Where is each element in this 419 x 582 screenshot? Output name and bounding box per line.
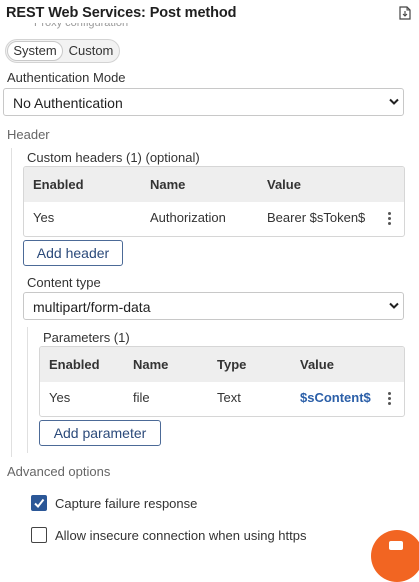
chevron-down-icon [389,302,399,309]
parameter-row-enabled: Yes [49,390,71,405]
capture-failure-checkbox[interactable] [31,495,47,511]
row-menu-icon[interactable] [388,212,392,226]
header-section-line [11,148,12,457]
custom-headers-label: Custom headers (1) (optional) [27,150,200,165]
header-row-name: Authorization [150,210,226,225]
custom-headers-table: Enabled Name Value Yes Authorization Bea… [23,166,405,237]
proxy-configuration-label: Proxy configuration [34,23,129,29]
allow-insecure-checkbox[interactable] [31,527,47,543]
parameters-label: Parameters (1) [43,330,130,345]
column-header-name: Name [133,357,169,372]
header-row-value: Bearer $sToken$ [267,210,366,225]
capture-failure-label: Capture failure response [55,496,198,511]
content-type-value: multipart/form-data [33,299,151,315]
parameter-row-value-link[interactable]: $sContent$ [300,390,371,405]
proxy-mode-toggle[interactable]: System Custom [5,39,120,63]
content-type-label: Content type [27,275,101,290]
advanced-options-label: Advanced options [7,464,111,479]
column-header-enabled: Enabled [49,357,100,372]
page-title: REST Web Services: Post method [6,5,237,21]
parameter-row-name: file [133,390,150,405]
column-header-type: Type [217,357,247,372]
checkmark-icon [34,498,45,509]
parameters-table: Enabled Name Type Value Yes file Text $s… [39,346,405,417]
row-menu-icon[interactable] [388,392,392,406]
column-header-name: Name [150,177,186,192]
add-header-button[interactable]: Add header [23,240,123,266]
add-parameter-button[interactable]: Add parameter [39,420,161,446]
authentication-mode-select[interactable]: No Authentication [3,88,404,116]
allow-insecure-label: Allow insecure connection when using htt… [55,528,307,543]
header-section-label: Header [7,127,50,142]
chat-button[interactable] [371,530,419,582]
chat-icon [389,541,403,550]
column-header-enabled: Enabled [33,177,84,192]
authentication-mode-label: Authentication Mode [7,70,126,85]
parameters-line [27,327,28,453]
authentication-mode-value: No Authentication [13,95,123,111]
header-row-enabled: Yes [33,210,55,225]
proxy-option-custom[interactable]: Custom [66,42,116,60]
proxy-option-system[interactable]: System [7,41,63,61]
chevron-down-icon [389,98,399,105]
export-file-icon[interactable] [399,6,411,20]
content-type-select[interactable]: multipart/form-data [23,292,404,320]
column-header-value: Value [267,177,301,192]
column-header-value: Value [300,357,334,372]
parameter-row-type: Text [217,390,241,405]
